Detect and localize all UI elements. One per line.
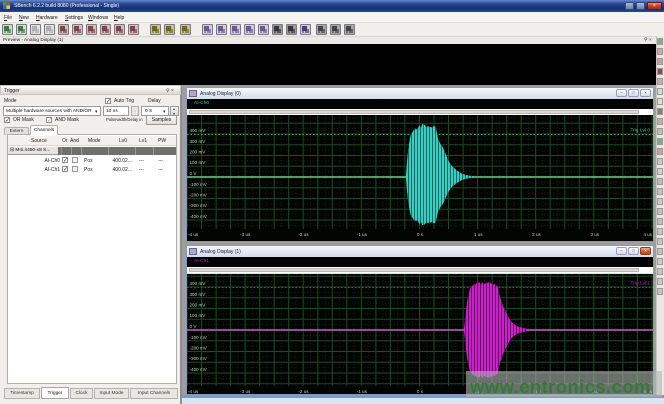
svg-text:100 mV: 100 mV (190, 160, 207, 165)
svg-text:200 mV: 200 mV (190, 150, 207, 155)
svg-text:-300 mV: -300 mV (190, 356, 208, 361)
svg-text:0 s: 0 s (417, 389, 424, 394)
svg-text:-4 us: -4 us (188, 232, 199, 237)
svg-text:-200 mV: -200 mV (190, 193, 208, 198)
svg-text:-3 us: -3 us (240, 232, 251, 237)
svg-text:400 mV: 400 mV (190, 128, 207, 133)
svg-text:-400 mV: -400 mV (190, 214, 208, 219)
svg-text:300 mV: 300 mV (190, 139, 207, 144)
svg-text:300 mV: 300 mV (190, 292, 207, 297)
svg-text:1 us: 1 us (474, 232, 483, 237)
svg-text:200 mV: 200 mV (190, 303, 207, 308)
svg-text:0 V: 0 V (190, 324, 198, 329)
svg-text:-3 us: -3 us (240, 389, 251, 394)
svg-text:-100 mV: -100 mV (190, 182, 208, 187)
svg-text:0 s: 0 s (417, 232, 424, 237)
svg-text:-400 mV: -400 mV (190, 367, 208, 372)
svg-text:0 V: 0 V (190, 171, 198, 176)
svg-text:-100 mV: -100 mV (190, 335, 208, 340)
svg-text:Trig Lvl 0: Trig Lvl 0 (630, 128, 650, 134)
svg-text:-2 us: -2 us (298, 232, 309, 237)
svg-text:2 us: 2 us (532, 232, 541, 237)
svg-text:-4 us: -4 us (188, 389, 199, 394)
svg-text:-300 mV: -300 mV (190, 203, 208, 208)
svg-text:-2 us: -2 us (298, 389, 309, 394)
svg-text:3 us: 3 us (590, 232, 599, 237)
svg-text:100 mV: 100 mV (190, 313, 207, 318)
svg-text:-200 mV: -200 mV (190, 346, 208, 351)
svg-text:-1 us: -1 us (357, 389, 368, 394)
svg-text:-1 us: -1 us (357, 232, 368, 237)
svg-text:4 us: 4 us (643, 232, 652, 237)
svg-text:Trig Lvl 1: Trig Lvl 1 (630, 281, 650, 287)
svg-text:400 mV: 400 mV (190, 281, 207, 286)
